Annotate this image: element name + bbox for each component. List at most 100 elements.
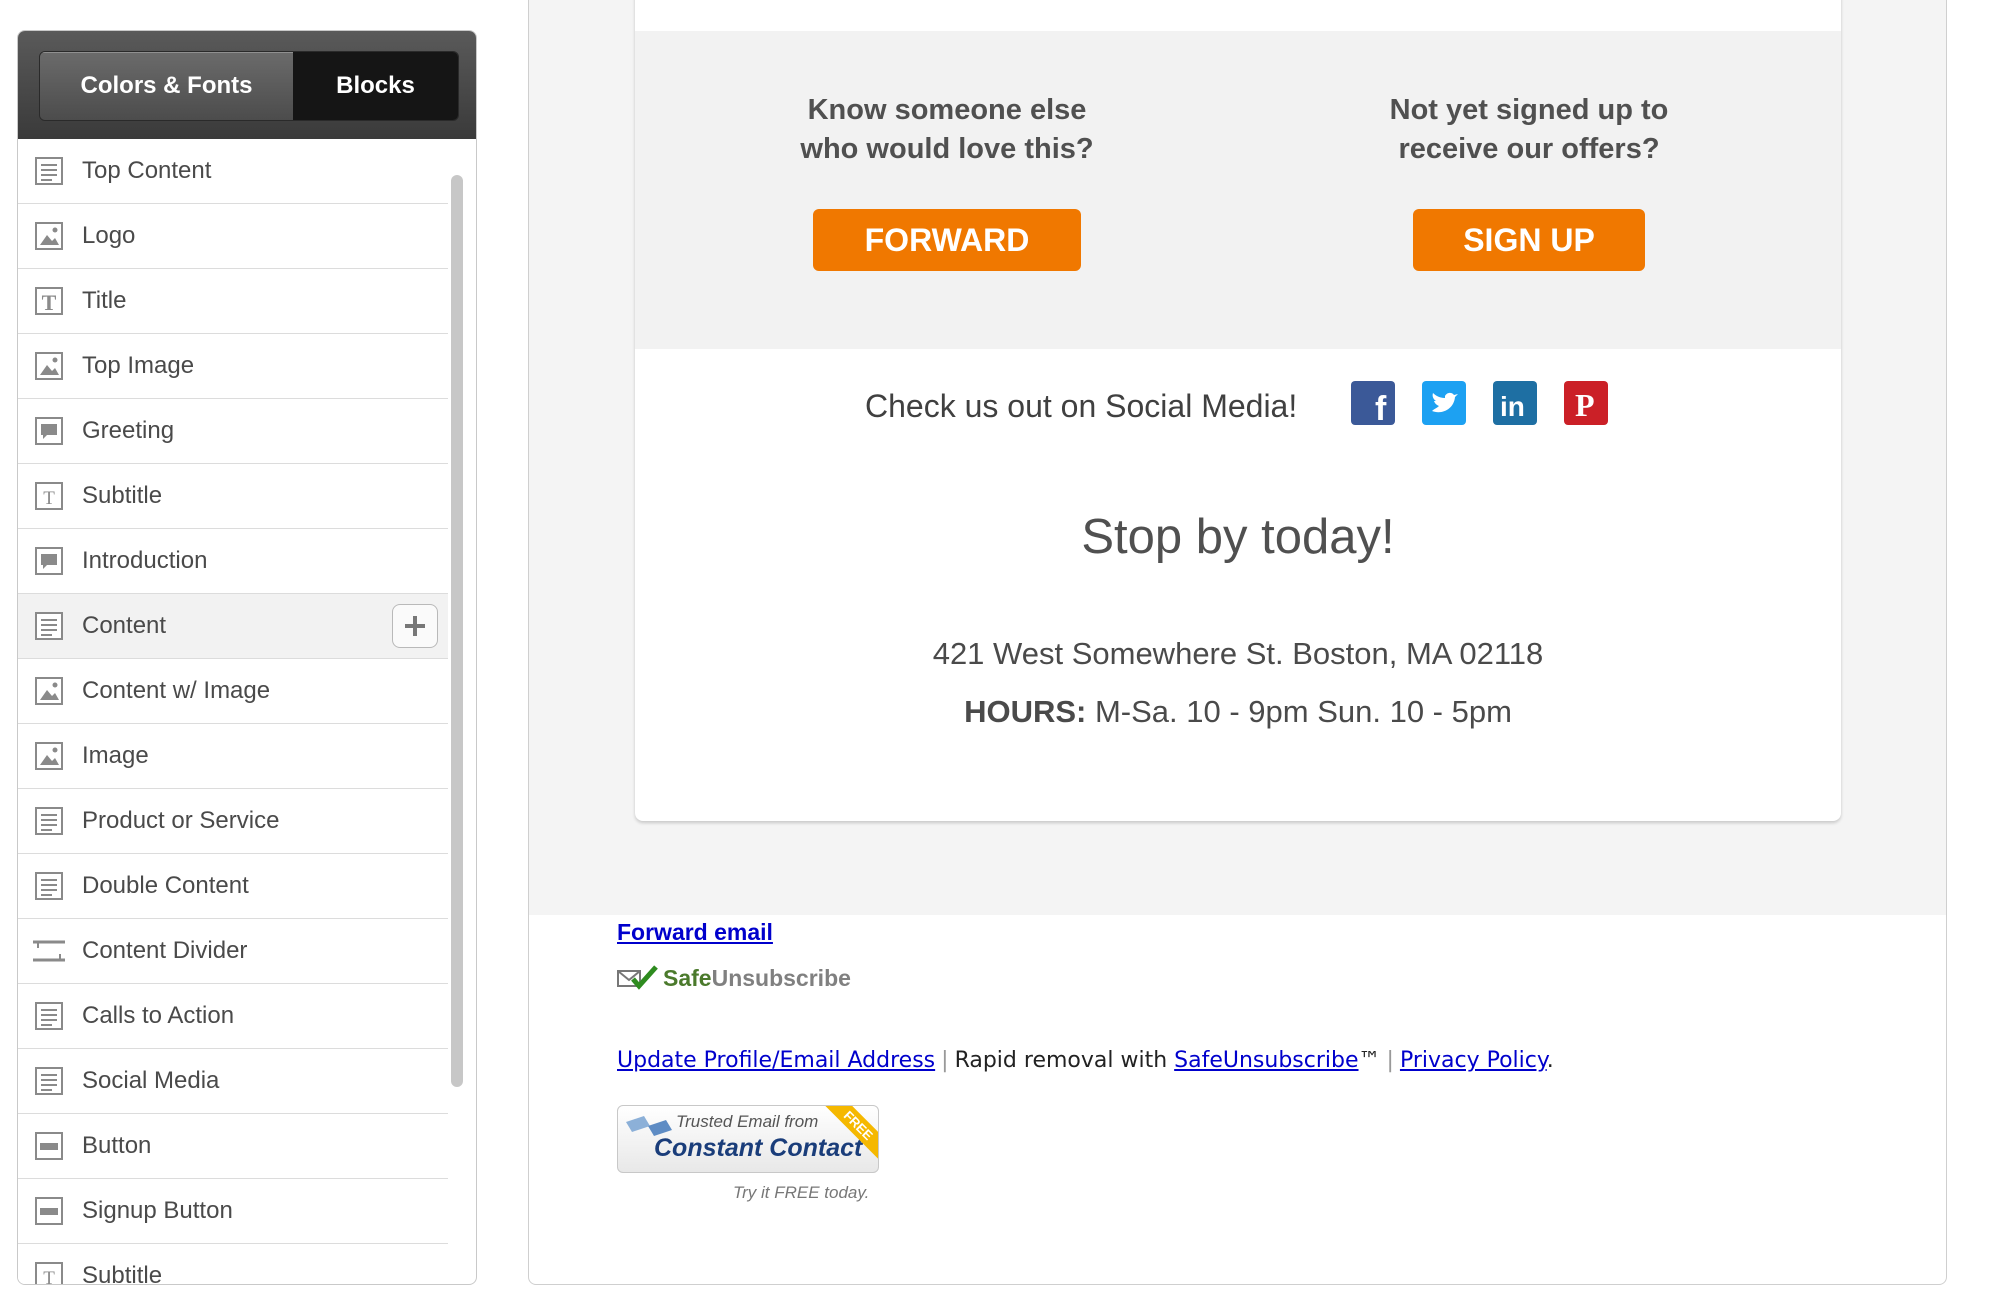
signup-question: Not yet signed up to receive our offers? [1389, 94, 1669, 165]
trademark-symbol: ™ [1358, 1048, 1381, 1073]
text-block-icon [32, 154, 66, 188]
block-item-label: Introduction [82, 547, 208, 574]
blocks-list: Top Content Logo T Title Top Image Greeting T S… [18, 139, 448, 1285]
block-item-product-or-service[interactable]: Product or Service [18, 789, 448, 854]
safeunsubscribe-link[interactable]: SafeUnsubscribe [1174, 1048, 1358, 1073]
hours-text: HOURS: M-Sa. 10 - 9pm Sun. 10 - 5pm [635, 694, 1841, 730]
sidebar-tabs: Colors & Fonts Blocks [39, 51, 459, 121]
block-item-content-w-image[interactable]: Content w/ Image [18, 659, 448, 724]
block-item-label: Content [82, 612, 167, 639]
twitter-icon[interactable] [1422, 381, 1466, 425]
block-item-label: Signup Button [82, 1197, 233, 1224]
forward-button[interactable]: FORWARD [813, 209, 1081, 271]
blocks-sidebar: Colors & Fonts Blocks Top Content Logo T Ti… [17, 30, 477, 1285]
text-block-icon [32, 1064, 66, 1098]
block-item-label: Greeting [82, 417, 175, 444]
sidebar-scrollbar[interactable] [446, 143, 468, 1283]
block-item-label: Top Image [82, 352, 195, 379]
scrollbar-thumb[interactable] [451, 175, 463, 1087]
update-profile-link[interactable]: Update Profile/Email Address [617, 1048, 935, 1073]
email-card: Know someone else who would love this? F… [635, 0, 1841, 821]
unsubscribe-word: Unsubscribe [711, 964, 851, 991]
block-item-button[interactable]: Button [18, 1114, 448, 1179]
block-item-logo[interactable]: Logo [18, 204, 448, 269]
block-item-label: Product or Service [82, 807, 280, 834]
button-icon [32, 1194, 66, 1228]
email-preview: Know someone else who would love this? F… [528, 0, 1947, 1285]
forward-question: Know someone else who would love this? [800, 94, 1094, 165]
block-item-top-content[interactable]: Top Content [18, 139, 448, 204]
hours-label: HOURS: [964, 694, 1087, 729]
block-item-top-image[interactable]: Top Image [18, 334, 448, 399]
block-item-content[interactable]: Content [18, 594, 448, 659]
block-item-introduction[interactable]: Introduction [18, 529, 448, 594]
block-item-label: Double Content [82, 872, 249, 899]
block-item-label: Logo [82, 222, 136, 249]
separator: | [1386, 1048, 1394, 1073]
block-item-greeting[interactable]: Greeting [18, 399, 448, 464]
envelope-check-icon [617, 965, 658, 990]
block-item-signup-button[interactable]: Signup Button [18, 1179, 448, 1244]
divider-icon [32, 934, 66, 968]
block-item-double-content[interactable]: Double Content [18, 854, 448, 919]
block-item-label: Subtitle [82, 482, 163, 509]
block-item-title[interactable]: T Title [18, 269, 448, 334]
image-icon [32, 739, 66, 773]
block-item-subtitle[interactable]: T Subtitle [18, 1244, 448, 1285]
social-media-row: Check us out on Social Media! f in P [635, 381, 1841, 431]
svg-text:f: f [1375, 390, 1387, 425]
button-icon [32, 1129, 66, 1163]
text-block-icon [32, 609, 66, 643]
subtitle-t-icon: T [32, 479, 66, 513]
text-block-icon [32, 999, 66, 1033]
block-item-label: Image [82, 742, 149, 769]
text-block-icon [32, 869, 66, 903]
block-item-label: Calls to Action [82, 1002, 235, 1029]
social-text: Check us out on Social Media! [865, 388, 1298, 424]
block-item-label: Content w/ Image [82, 677, 271, 704]
add-block-button[interactable] [392, 604, 438, 648]
svg-text:T: T [43, 1268, 55, 1285]
cc-try-free-text: Try it FREE today. [733, 1183, 870, 1202]
svg-text:in: in [1500, 391, 1525, 422]
sidebar-header: Colors & Fonts Blocks [18, 31, 476, 139]
block-item-content-divider[interactable]: Content Divider [18, 919, 448, 984]
plus-icon [405, 616, 425, 636]
title-t-icon: T [32, 284, 66, 318]
address-text: 421 West Somewhere St. Boston, MA 02118 [932, 636, 1544, 671]
image-icon [32, 349, 66, 383]
svg-text:P: P [1575, 387, 1595, 423]
block-item-image[interactable]: Image [18, 724, 448, 789]
signup-button[interactable]: SIGN UP [1413, 209, 1645, 271]
block-item-label: Content Divider [82, 937, 248, 964]
signup-column: Not yet signed up to receive our offers?… [1269, 91, 1789, 271]
speech-bubble-icon [32, 414, 66, 448]
safe-word: Safe [663, 964, 712, 991]
block-item-calls-to-action[interactable]: Calls to Action [18, 984, 448, 1049]
rapid-removal-text: Rapid removal with [954, 1048, 1168, 1073]
period: . [1546, 1048, 1554, 1073]
forward-column: Know someone else who would love this? F… [687, 91, 1207, 271]
linkedin-icon[interactable]: in [1493, 381, 1537, 425]
constant-contact-badge[interactable]: Trusted Email from Constant Contact FREE [617, 1105, 879, 1173]
privacy-policy-link[interactable]: Privacy Policy [1400, 1048, 1547, 1073]
block-item-label: Title [82, 287, 127, 314]
safeunsubscribe-logo[interactable]: SafeUnsubscribe [617, 963, 851, 993]
subtitle-t-icon: T [32, 1259, 66, 1285]
image-icon [32, 219, 66, 253]
image-icon [32, 674, 66, 708]
svg-text:T: T [43, 488, 55, 509]
hours-value: M-Sa. 10 - 9pm Sun. 10 - 5pm [1086, 694, 1512, 729]
stop-by-heading: Stop by today! [1081, 510, 1395, 564]
pinterest-icon[interactable]: P [1564, 381, 1608, 425]
block-item-label: Button [82, 1132, 152, 1159]
block-item-label: Subtitle [82, 1262, 163, 1285]
cc-trusted-text: Trusted Email from [676, 1112, 819, 1131]
block-item-social-media[interactable]: Social Media [18, 1049, 448, 1114]
block-item-subtitle[interactable]: T Subtitle [18, 464, 448, 529]
tab-colors-fonts[interactable]: Colors & Fonts [40, 52, 293, 120]
tab-blocks[interactable]: Blocks [293, 52, 458, 120]
cta-section: Know someone else who would love this? F… [635, 31, 1841, 349]
forward-email-link[interactable]: Forward email [617, 919, 773, 946]
facebook-icon[interactable]: f [1351, 381, 1395, 428]
